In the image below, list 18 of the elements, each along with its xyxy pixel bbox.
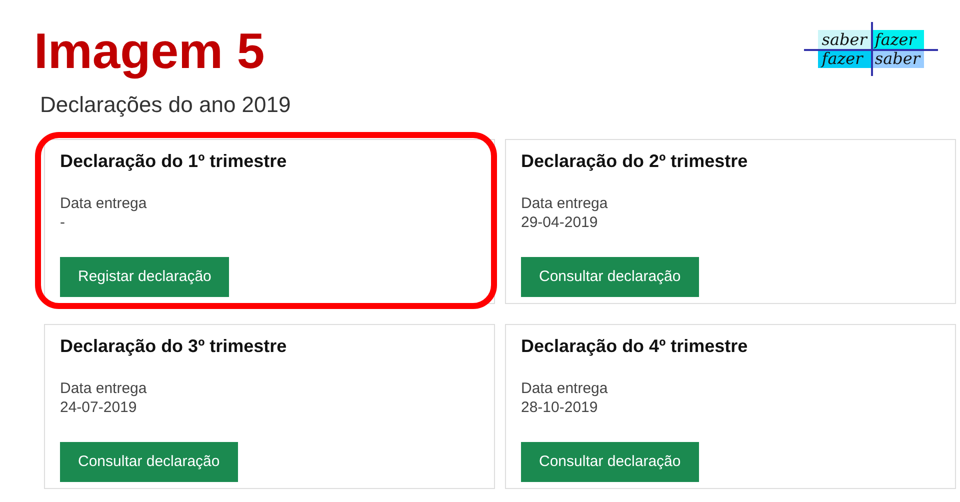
date-value: - xyxy=(60,214,66,233)
card-title: Declaração do 3º trimestre xyxy=(60,335,288,358)
date-label: Data entrega xyxy=(60,380,148,400)
card-title: Declaração do 1º trimestre xyxy=(60,150,288,174)
date-value: 28-10-2019 xyxy=(521,399,599,418)
logo: saber fazer fazer saber xyxy=(804,22,938,76)
card-title: Declaração do 2º trimestre xyxy=(521,150,749,174)
date-label: Data entrega xyxy=(60,195,148,214)
section-title: Declarações do ano 2019 xyxy=(40,91,292,120)
date-label: Data entrega xyxy=(521,195,609,214)
declaration-button[interactable]: Consultar declaração xyxy=(521,442,699,482)
declaration-button[interactable]: Consultar declaração xyxy=(521,256,699,298)
date-value: 24-07-2019 xyxy=(60,399,138,418)
card-title: Declaração do 4º trimestre xyxy=(521,335,749,358)
declaration-button[interactable]: Consultar declaração xyxy=(60,442,238,482)
date-label: Data entrega xyxy=(521,380,609,400)
date-value: 29-04-2019 xyxy=(521,214,599,233)
declaration-button[interactable]: Registar declaração xyxy=(60,256,230,298)
